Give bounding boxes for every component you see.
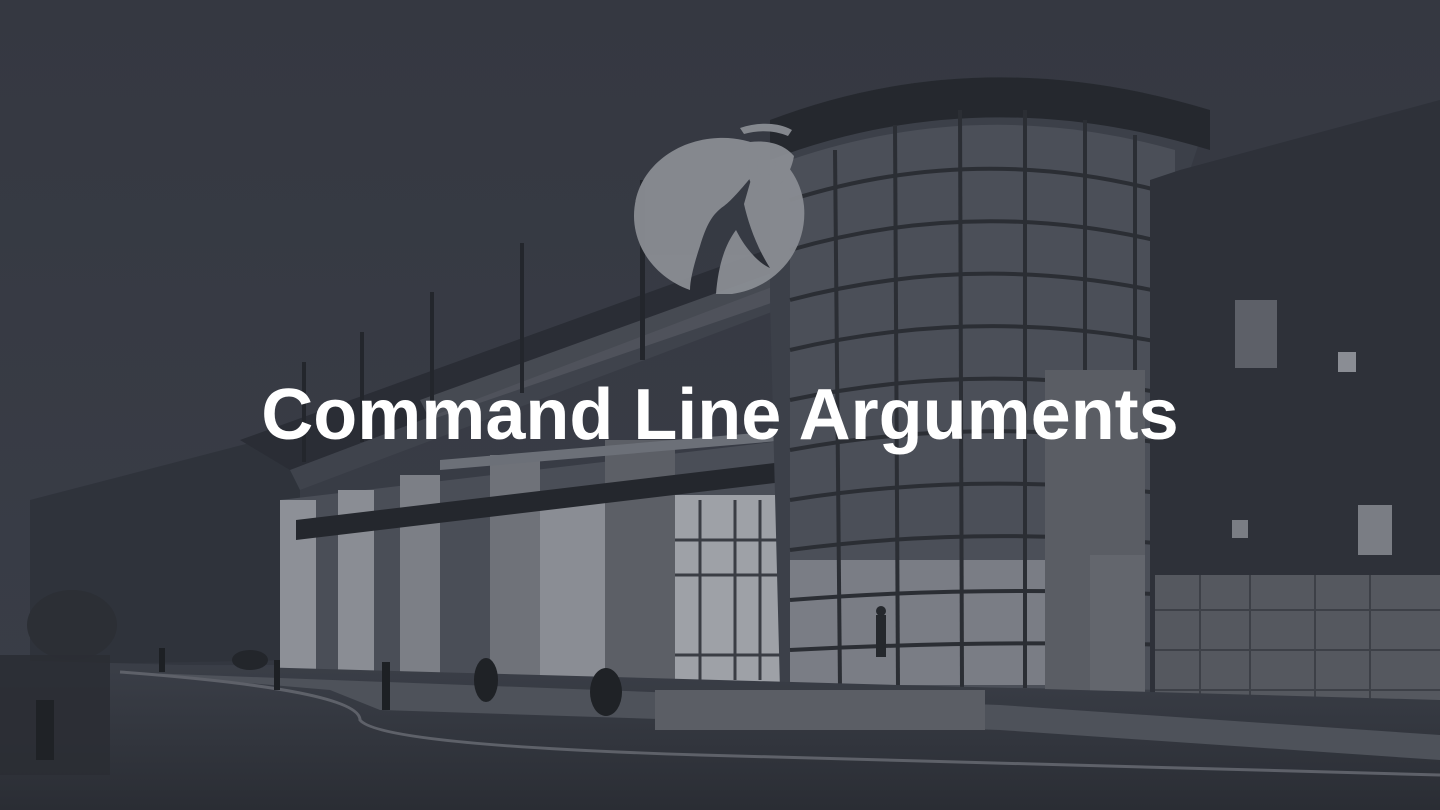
person-reaching-logo-icon: [634, 123, 805, 294]
title-slide: Command Line Arguments: [0, 0, 1440, 810]
slide-title: Command Line Arguments: [261, 375, 1179, 455]
